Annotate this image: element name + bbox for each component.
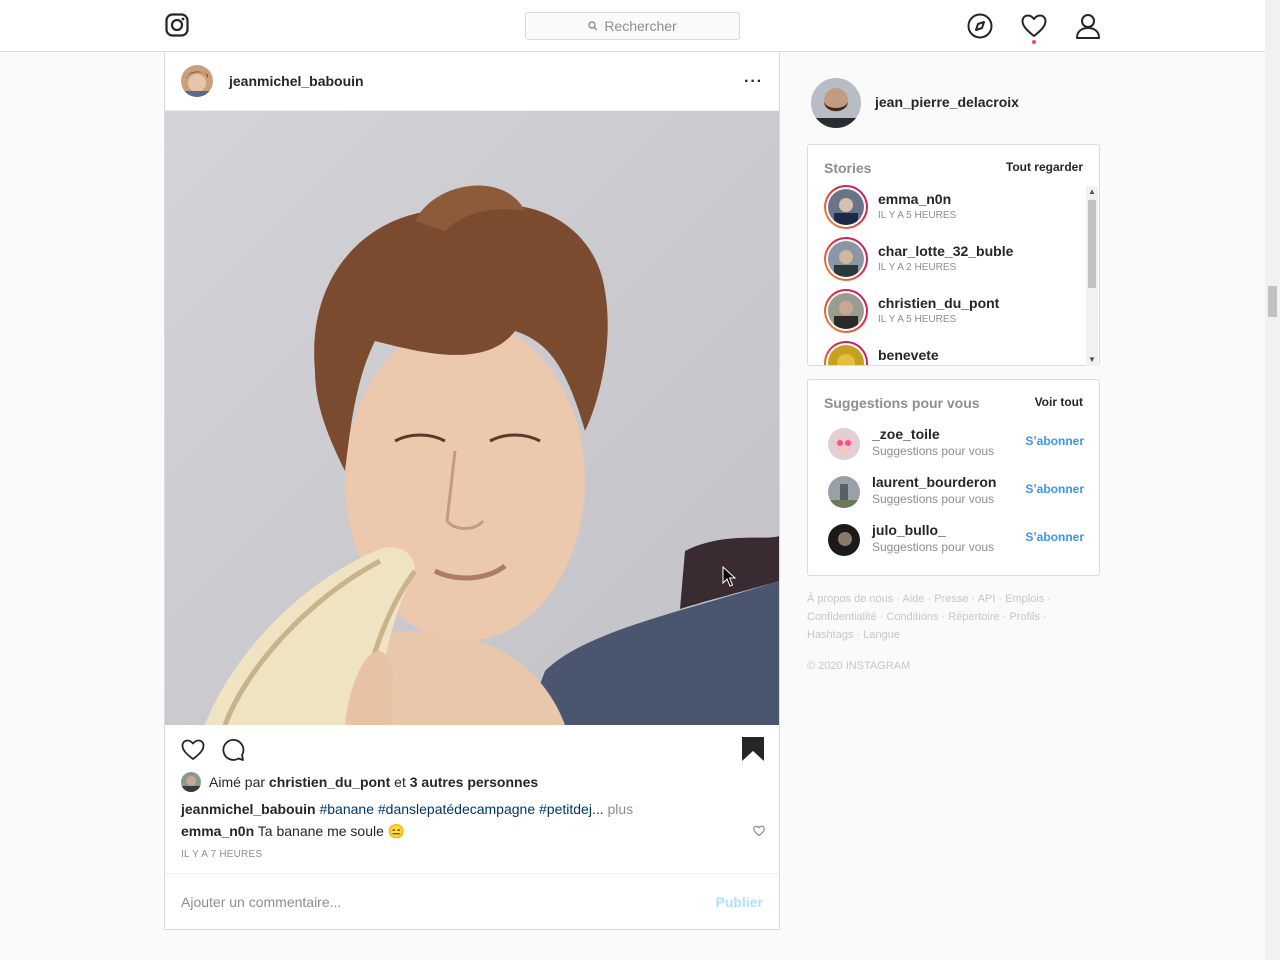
- notification-dot: [1032, 40, 1036, 44]
- post-actions: [181, 736, 765, 764]
- story-username: christien_du_pont: [878, 295, 1000, 311]
- story-avatar: [828, 345, 864, 365]
- stories-list: emma_n0n IL Y A 5 HEURES char_lotte_32_b…: [808, 185, 1086, 365]
- post-caption: jeanmichel_babouin #banane #danslepatéde…: [181, 801, 633, 817]
- story-ring: [824, 341, 868, 365]
- story-username: benevete: [878, 347, 939, 363]
- suggestion-username[interactable]: laurent_bourderon: [872, 474, 996, 490]
- liked-by-and: et: [394, 774, 406, 790]
- footer-link[interactable]: Hashtags: [807, 629, 853, 641]
- story-ring: [824, 289, 868, 333]
- stories-scrollbar[interactable]: ▲ ▼: [1086, 186, 1098, 366]
- see-all-stories-link[interactable]: Tout regarder: [1006, 160, 1083, 174]
- story-username: char_lotte_32_buble: [878, 243, 1014, 259]
- comment-text: Ta banane me soule 😑: [257, 823, 406, 839]
- suggestion-avatar[interactable]: [828, 524, 860, 556]
- liked-by-others[interactable]: 3 autres personnes: [410, 774, 538, 790]
- story-avatar: [828, 293, 864, 329]
- follow-button[interactable]: S’abonner: [1025, 530, 1084, 544]
- footer-link[interactable]: À propos de nous: [807, 593, 893, 605]
- footer-link[interactable]: Conditions: [887, 611, 939, 623]
- scroll-down-arrow-icon[interactable]: ▼: [1088, 356, 1096, 364]
- suggestion-item: laurent_bourderon Suggestions pour vous …: [824, 474, 1084, 514]
- comment-input[interactable]: Ajouter un commentaire...: [181, 894, 341, 910]
- comment-like-heart-icon[interactable]: [753, 824, 765, 840]
- liked-by-prefix: Aimé par: [209, 774, 266, 790]
- story-time: IL Y A 5 HEURES: [878, 314, 957, 325]
- current-user-avatar[interactable]: [811, 78, 861, 128]
- comment-bubble-icon[interactable]: [221, 738, 245, 767]
- page-scrollbar[interactable]: [1265, 0, 1280, 960]
- comment-username[interactable]: emma_n0n: [181, 823, 254, 839]
- explore-compass-icon[interactable]: [967, 13, 993, 39]
- caption-more-link[interactable]: plus: [608, 801, 634, 817]
- follow-button[interactable]: S’abonner: [1025, 434, 1084, 448]
- suggestions-panel: Suggestions pour vous Voir tout _zoe_toi…: [807, 379, 1100, 576]
- instagram-logo-icon[interactable]: [165, 13, 189, 37]
- page-scrollbar-thumb[interactable]: [1268, 286, 1277, 317]
- suggestion-avatar[interactable]: [828, 476, 860, 508]
- suggestion-username[interactable]: julo_bullo_: [872, 522, 946, 538]
- add-comment-bar: Ajouter un commentaire... Publier: [165, 873, 779, 929]
- footer-link[interactable]: Confidentialité: [807, 611, 877, 623]
- bookmark-icon[interactable]: [741, 736, 765, 767]
- story-ring: [824, 185, 868, 229]
- liker-avatar[interactable]: [181, 772, 201, 792]
- suggestion-subtitle: Suggestions pour vous: [872, 492, 995, 506]
- footer-link[interactable]: Aide: [902, 593, 924, 605]
- search-placeholder: Rechercher: [604, 18, 677, 34]
- footer-link[interactable]: Langue: [863, 629, 900, 641]
- scrollbar-thumb[interactable]: [1088, 200, 1096, 288]
- footer-link[interactable]: API: [978, 593, 996, 605]
- suggestion-item: _zoe_toile Suggestions pour vous S’abonn…: [824, 426, 1084, 466]
- suggestion-item: julo_bullo_ Suggestions pour vous S’abon…: [824, 522, 1084, 562]
- story-time: IL Y A 2 HEURES: [878, 262, 957, 273]
- post-header: jeanmichel_babouin ···: [165, 52, 779, 111]
- search-icon: [588, 21, 598, 31]
- caption-username[interactable]: jeanmichel_babouin: [181, 801, 316, 817]
- copyright: © 2020 INSTAGRAM: [807, 660, 911, 672]
- publish-button[interactable]: Publier: [716, 894, 763, 910]
- footer-link[interactable]: Emplois: [1005, 593, 1044, 605]
- post-author-avatar[interactable]: [181, 65, 213, 97]
- profile-icon[interactable]: [1075, 13, 1101, 39]
- likes-summary: Aimé par christien_du_pont et 3 autres p…: [181, 772, 538, 792]
- current-user-username[interactable]: jean_pierre_delacroix: [875, 94, 1019, 110]
- caption-hashtags[interactable]: #banane #danslepatédecampagne #petitdej.…: [319, 801, 603, 817]
- story-ring: [824, 237, 868, 281]
- more-options-icon[interactable]: ···: [744, 73, 763, 91]
- sidebar-footer-links: À propos de nous · Aide · Presse · API ·…: [807, 593, 1052, 641]
- footer-link[interactable]: Profils: [1009, 611, 1040, 623]
- follow-button[interactable]: S’abonner: [1025, 482, 1084, 496]
- comment-item: emma_n0n Ta banane me soule 😑: [181, 823, 765, 840]
- suggestion-subtitle: Suggestions pour vous: [872, 540, 995, 554]
- footer-link[interactable]: Presse: [934, 593, 968, 605]
- see-all-suggestions-link[interactable]: Voir tout: [1035, 395, 1083, 409]
- feed-post: jeanmichel_babouin ··· Aimé par christie…: [164, 52, 780, 930]
- footer-link[interactable]: Répertoire: [948, 611, 999, 623]
- like-heart-icon[interactable]: [181, 738, 205, 767]
- post-author-username[interactable]: jeanmichel_babouin: [229, 73, 364, 89]
- top-nav: Rechercher: [0, 0, 1265, 52]
- stories-panel: Stories Tout regarder emma_n0n IL Y A 5 …: [807, 144, 1100, 366]
- scroll-up-arrow-icon[interactable]: ▲: [1088, 188, 1096, 196]
- stories-title: Stories: [824, 160, 872, 176]
- suggestions-title: Suggestions pour vous: [824, 395, 980, 411]
- story-avatar: [828, 189, 864, 225]
- mouse-cursor-icon: [722, 565, 737, 593]
- story-username: emma_n0n: [878, 191, 952, 207]
- suggestion-avatar[interactable]: [828, 428, 860, 460]
- story-avatar: [828, 241, 864, 277]
- suggestion-username[interactable]: _zoe_toile: [872, 426, 940, 442]
- post-photo[interactable]: [165, 111, 779, 725]
- activity-heart-icon[interactable]: [1021, 13, 1047, 39]
- post-timestamp[interactable]: IL Y A 7 HEURES: [181, 849, 262, 860]
- search-input[interactable]: Rechercher: [525, 12, 740, 40]
- suggestion-subtitle: Suggestions pour vous: [872, 444, 995, 458]
- liked-by-user[interactable]: christien_du_pont: [269, 774, 390, 790]
- story-time: IL Y A 5 HEURES: [878, 210, 957, 221]
